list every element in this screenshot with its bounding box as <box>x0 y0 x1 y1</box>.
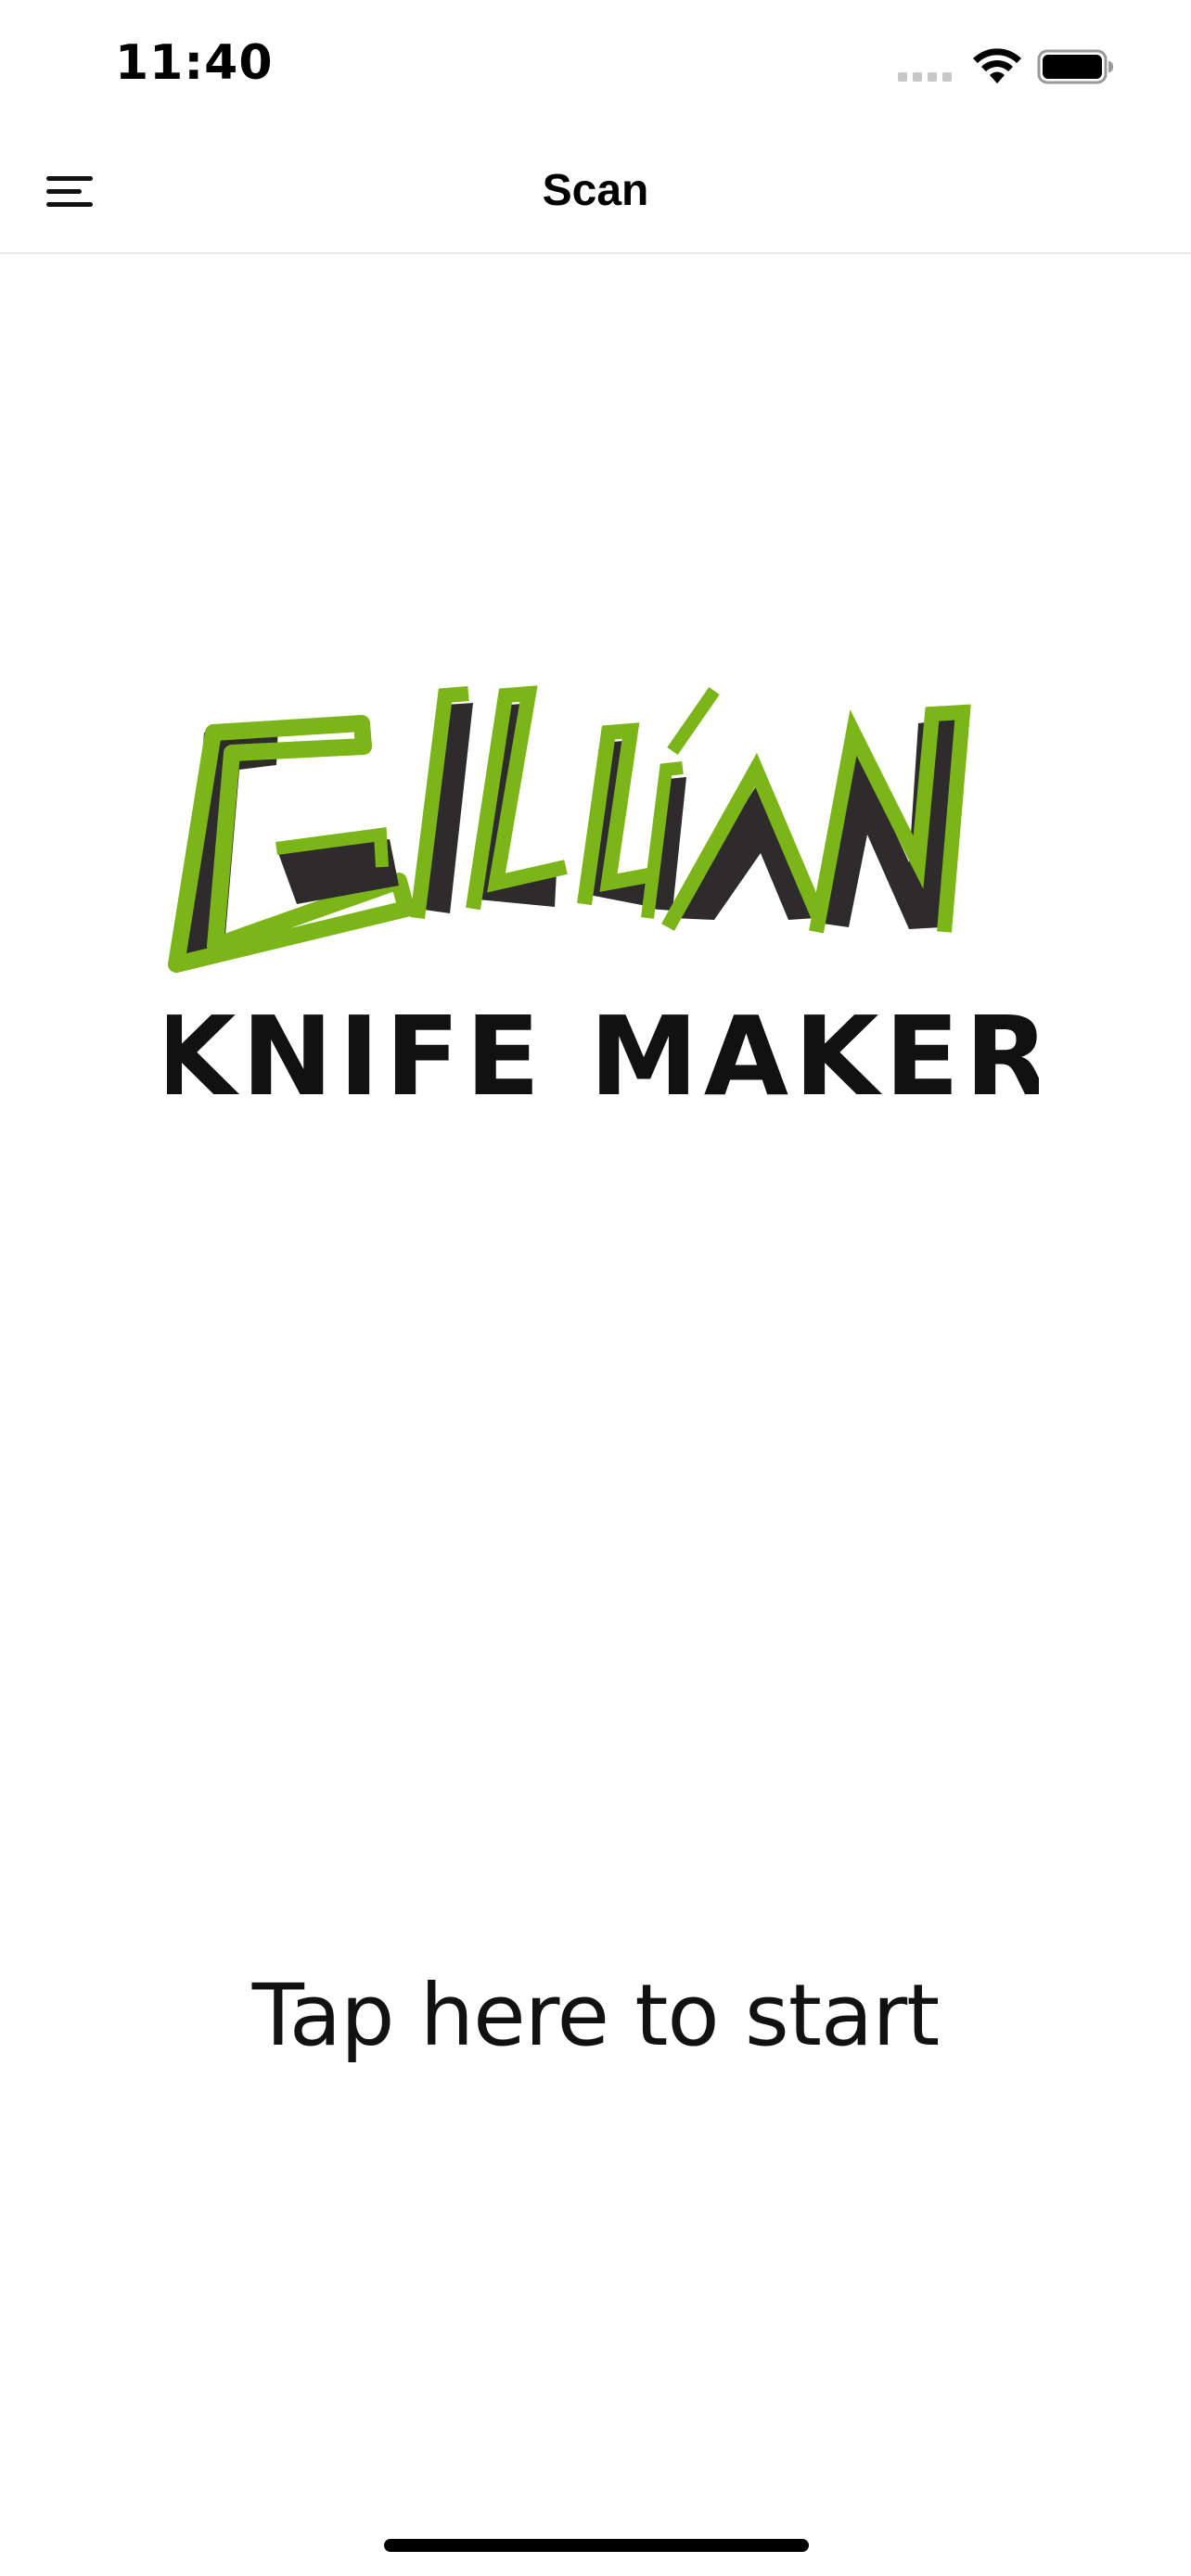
logo-wordmark <box>168 685 971 973</box>
wifi-icon <box>973 48 1021 83</box>
home-indicator[interactable] <box>384 2539 809 2552</box>
status-bar: 11:40 <box>0 0 1191 130</box>
gillian-knife-maker-logo: KNIFE MAKER <box>167 685 1039 1120</box>
logo-subtitle: KNIFE MAKER <box>167 992 1039 1120</box>
page-title: Scan <box>542 166 649 215</box>
tap-to-start-button[interactable]: Tap here to start <box>0 1966 1191 2077</box>
status-time: 11:40 <box>115 35 274 91</box>
nav-bar: Scan <box>0 130 1191 254</box>
battery-icon <box>1037 49 1113 84</box>
cellular-signal-icon <box>898 72 952 82</box>
